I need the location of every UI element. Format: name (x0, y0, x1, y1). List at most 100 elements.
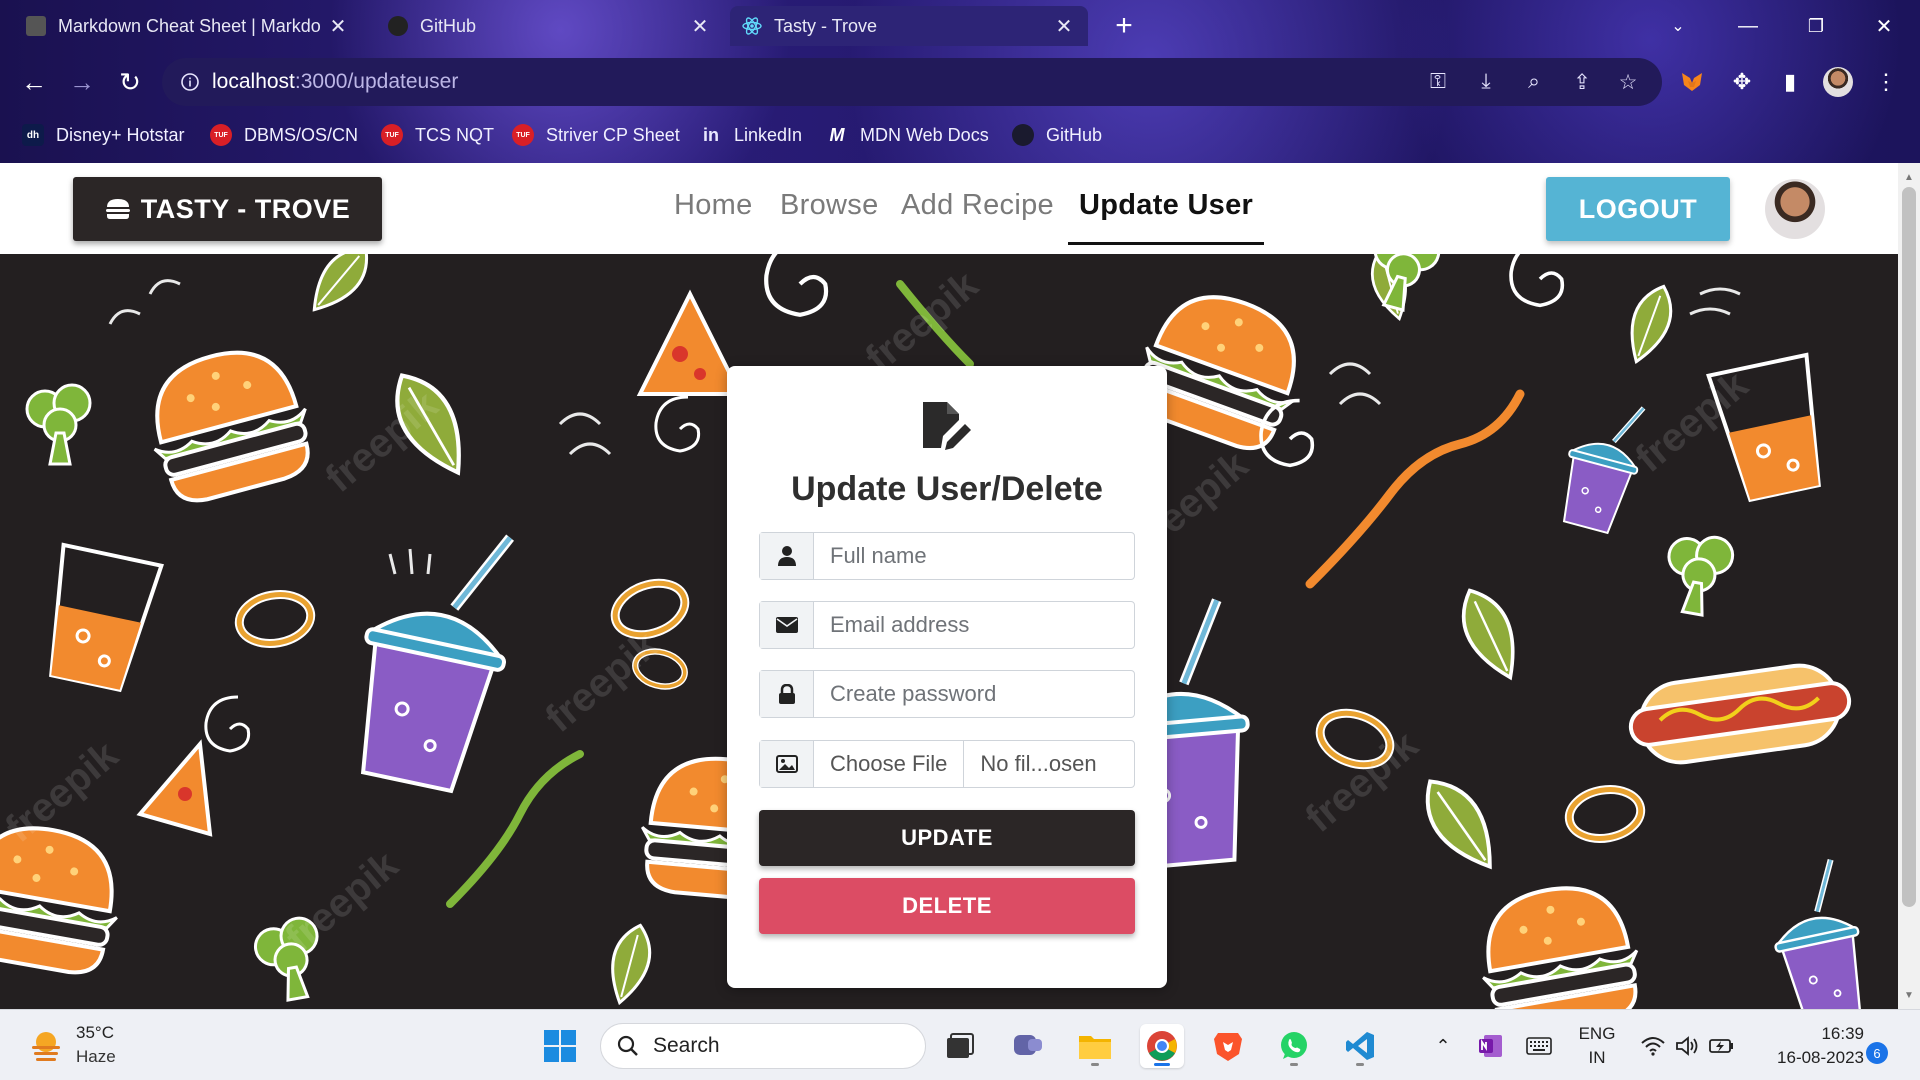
file-explorer-icon[interactable] (1073, 1024, 1117, 1068)
onenote-icon[interactable] (1474, 1030, 1508, 1062)
whatsapp-icon[interactable] (1272, 1024, 1316, 1068)
linkedin-icon: in (703, 124, 719, 145)
address-bar[interactable]: localhost:3000/updateuser ⚿ ⤓ ⌕ ⇪ ☆ (162, 58, 1662, 106)
wifi-icon[interactable] (1638, 1030, 1668, 1062)
form-title: Update User/Delete (791, 470, 1103, 508)
bookmark-label: Striver CP Sheet (546, 124, 680, 145)
mdn-icon: M (829, 124, 845, 145)
update-button[interactable]: UPDATE (759, 810, 1135, 866)
svg-text:freepik: freepik (278, 842, 407, 961)
language-indicator[interactable]: ENG IN (1572, 1022, 1622, 1070)
nav-browse[interactable]: Browse (780, 189, 879, 222)
bookmark-linkedin[interactable]: in LinkedIn (700, 120, 802, 150)
close-window-button[interactable]: ✕ (1856, 6, 1912, 46)
chrome-app-icon[interactable] (1140, 1024, 1184, 1068)
battery-charging-icon[interactable] (1706, 1030, 1738, 1062)
nav-add-recipe[interactable]: Add Recipe (901, 189, 1054, 222)
bookmark-striver-cp-sheet[interactable]: TUF Striver CP Sheet (512, 120, 680, 150)
bookmark-tcs-nqt[interactable]: TUF TCS NQT (381, 120, 494, 150)
scrollbar-thumb[interactable] (1902, 187, 1916, 907)
user-avatar[interactable] (1765, 179, 1825, 239)
show-hidden-icons-chevron-icon[interactable]: ⌃ (1428, 1030, 1458, 1062)
system-clock[interactable]: 16:39 16-08-2023 (1754, 1022, 1864, 1070)
teams-chat-icon[interactable] (1006, 1024, 1050, 1068)
tab-markdown-cheat-sheet[interactable]: Markdown Cheat Sheet | Markdo ✕ (14, 6, 362, 46)
extensions-puzzle-icon[interactable]: ✥ (1722, 62, 1762, 102)
forward-arrow-icon[interactable]: → (62, 62, 102, 102)
profile-avatar[interactable] (1818, 62, 1858, 102)
tab-label: GitHub (420, 15, 477, 36)
side-panel-icon[interactable]: ▮ (1770, 62, 1810, 102)
browser-toolbar: ← → ↻ localhost:3000/updateuser ⚿ ⤓ ⌕ ⇪ … (0, 54, 1920, 110)
vscode-icon[interactable] (1338, 1024, 1382, 1068)
email-field[interactable]: Email address (759, 601, 1135, 649)
tab-github[interactable]: GitHub ✕ (376, 6, 724, 46)
minimize-button[interactable]: — (1720, 6, 1776, 46)
logout-button[interactable]: LOGOUT (1546, 177, 1730, 241)
delete-button[interactable]: DELETE (759, 878, 1135, 934)
weather-description[interactable]: Haze (76, 1047, 116, 1067)
bookmark-label: MDN Web Docs (860, 124, 989, 145)
burger-icon (105, 198, 131, 220)
url-host: localhost (212, 70, 295, 93)
reload-icon[interactable]: ↻ (110, 62, 150, 102)
hotstar-icon: dh (22, 124, 44, 146)
clock-date: 16-08-2023 (1777, 1048, 1864, 1067)
site-header: TASTY - TROVE Home Browse Add Recipe Upd… (0, 163, 1898, 254)
fullname-placeholder[interactable]: Full name (814, 533, 1134, 579)
update-user-card: Update User/Delete Full name Email addre… (727, 366, 1167, 988)
tab-tasty-trove[interactable]: Tasty - Trove ✕ (730, 6, 1088, 46)
image-icon (760, 741, 814, 787)
windows-start-icon[interactable] (538, 1024, 582, 1068)
envelope-icon (760, 602, 814, 648)
github-favicon-icon (388, 16, 408, 36)
password-field[interactable]: Create password (759, 670, 1135, 718)
fullname-field[interactable]: Full name (759, 532, 1135, 580)
close-tab-icon[interactable]: ✕ (326, 14, 350, 39)
scroll-up-arrow-icon[interactable]: ▲ (1898, 167, 1920, 187)
zoom-icon[interactable]: ⌕ (1520, 68, 1548, 96)
bookmark-dbms-os-cn[interactable]: TUF DBMS/OS/CN (210, 120, 358, 150)
keyboard-icon[interactable] (1522, 1030, 1556, 1062)
metamask-icon[interactable] (1672, 62, 1712, 102)
tab-search-chevron-icon[interactable]: ⌄ (1650, 6, 1706, 46)
browser-menu-icon[interactable]: ⋮ (1866, 62, 1906, 102)
volume-icon[interactable] (1672, 1030, 1702, 1062)
user-icon (760, 533, 814, 579)
new-tab-button[interactable]: + (1096, 6, 1152, 46)
tab-label: Markdown Cheat Sheet | Markdo (58, 15, 321, 36)
share-icon[interactable]: ⇪ (1568, 68, 1596, 96)
page-scrollbar[interactable]: ▲ ▼ (1898, 163, 1920, 1009)
brave-browser-icon[interactable] (1206, 1024, 1250, 1068)
bookmark-disney-hotstar[interactable]: dh Disney+ Hotstar (22, 120, 185, 150)
notification-badge[interactable]: 6 (1866, 1042, 1888, 1064)
image-upload-field[interactable]: Choose File No fil...osen (759, 740, 1135, 788)
brand-name: TASTY - TROVE (140, 193, 351, 224)
region-code: IN (1588, 1048, 1606, 1067)
scroll-down-arrow-icon[interactable]: ▼ (1898, 985, 1920, 1005)
restore-button[interactable]: ❐ (1788, 6, 1844, 46)
back-arrow-icon[interactable]: ← (14, 62, 54, 102)
bookmark-label: TCS NQT (415, 124, 494, 145)
nav-home[interactable]: Home (674, 189, 753, 222)
close-tab-icon[interactable]: ✕ (688, 14, 712, 39)
edit-file-icon (923, 402, 971, 450)
bookmark-star-icon[interactable]: ☆ (1614, 68, 1642, 96)
site-info-icon[interactable] (180, 72, 200, 92)
taskbar-search-box[interactable]: Search (600, 1023, 926, 1069)
email-placeholder[interactable]: Email address (814, 602, 1134, 648)
file-status: No fil...osen (980, 751, 1097, 776)
close-tab-icon[interactable]: ✕ (1052, 14, 1076, 39)
task-view-icon[interactable] (938, 1024, 982, 1068)
bookmark-github[interactable]: GitHub (1012, 120, 1102, 150)
choose-file-button[interactable]: Choose File (814, 741, 965, 787)
install-app-icon[interactable]: ⤓ (1472, 68, 1500, 96)
bookmark-mdn-web-docs[interactable]: M MDN Web Docs (826, 120, 989, 150)
tuf-icon: TUF (381, 124, 403, 146)
password-key-icon[interactable]: ⚿ (1424, 68, 1452, 96)
haze-weather-icon[interactable] (28, 1028, 64, 1064)
password-placeholder[interactable]: Create password (814, 671, 1134, 717)
weather-temperature[interactable]: 35°C (76, 1023, 114, 1043)
brand-logo-button[interactable]: TASTY - TROVE (73, 177, 382, 241)
nav-update-user[interactable]: Update User (1079, 189, 1253, 222)
